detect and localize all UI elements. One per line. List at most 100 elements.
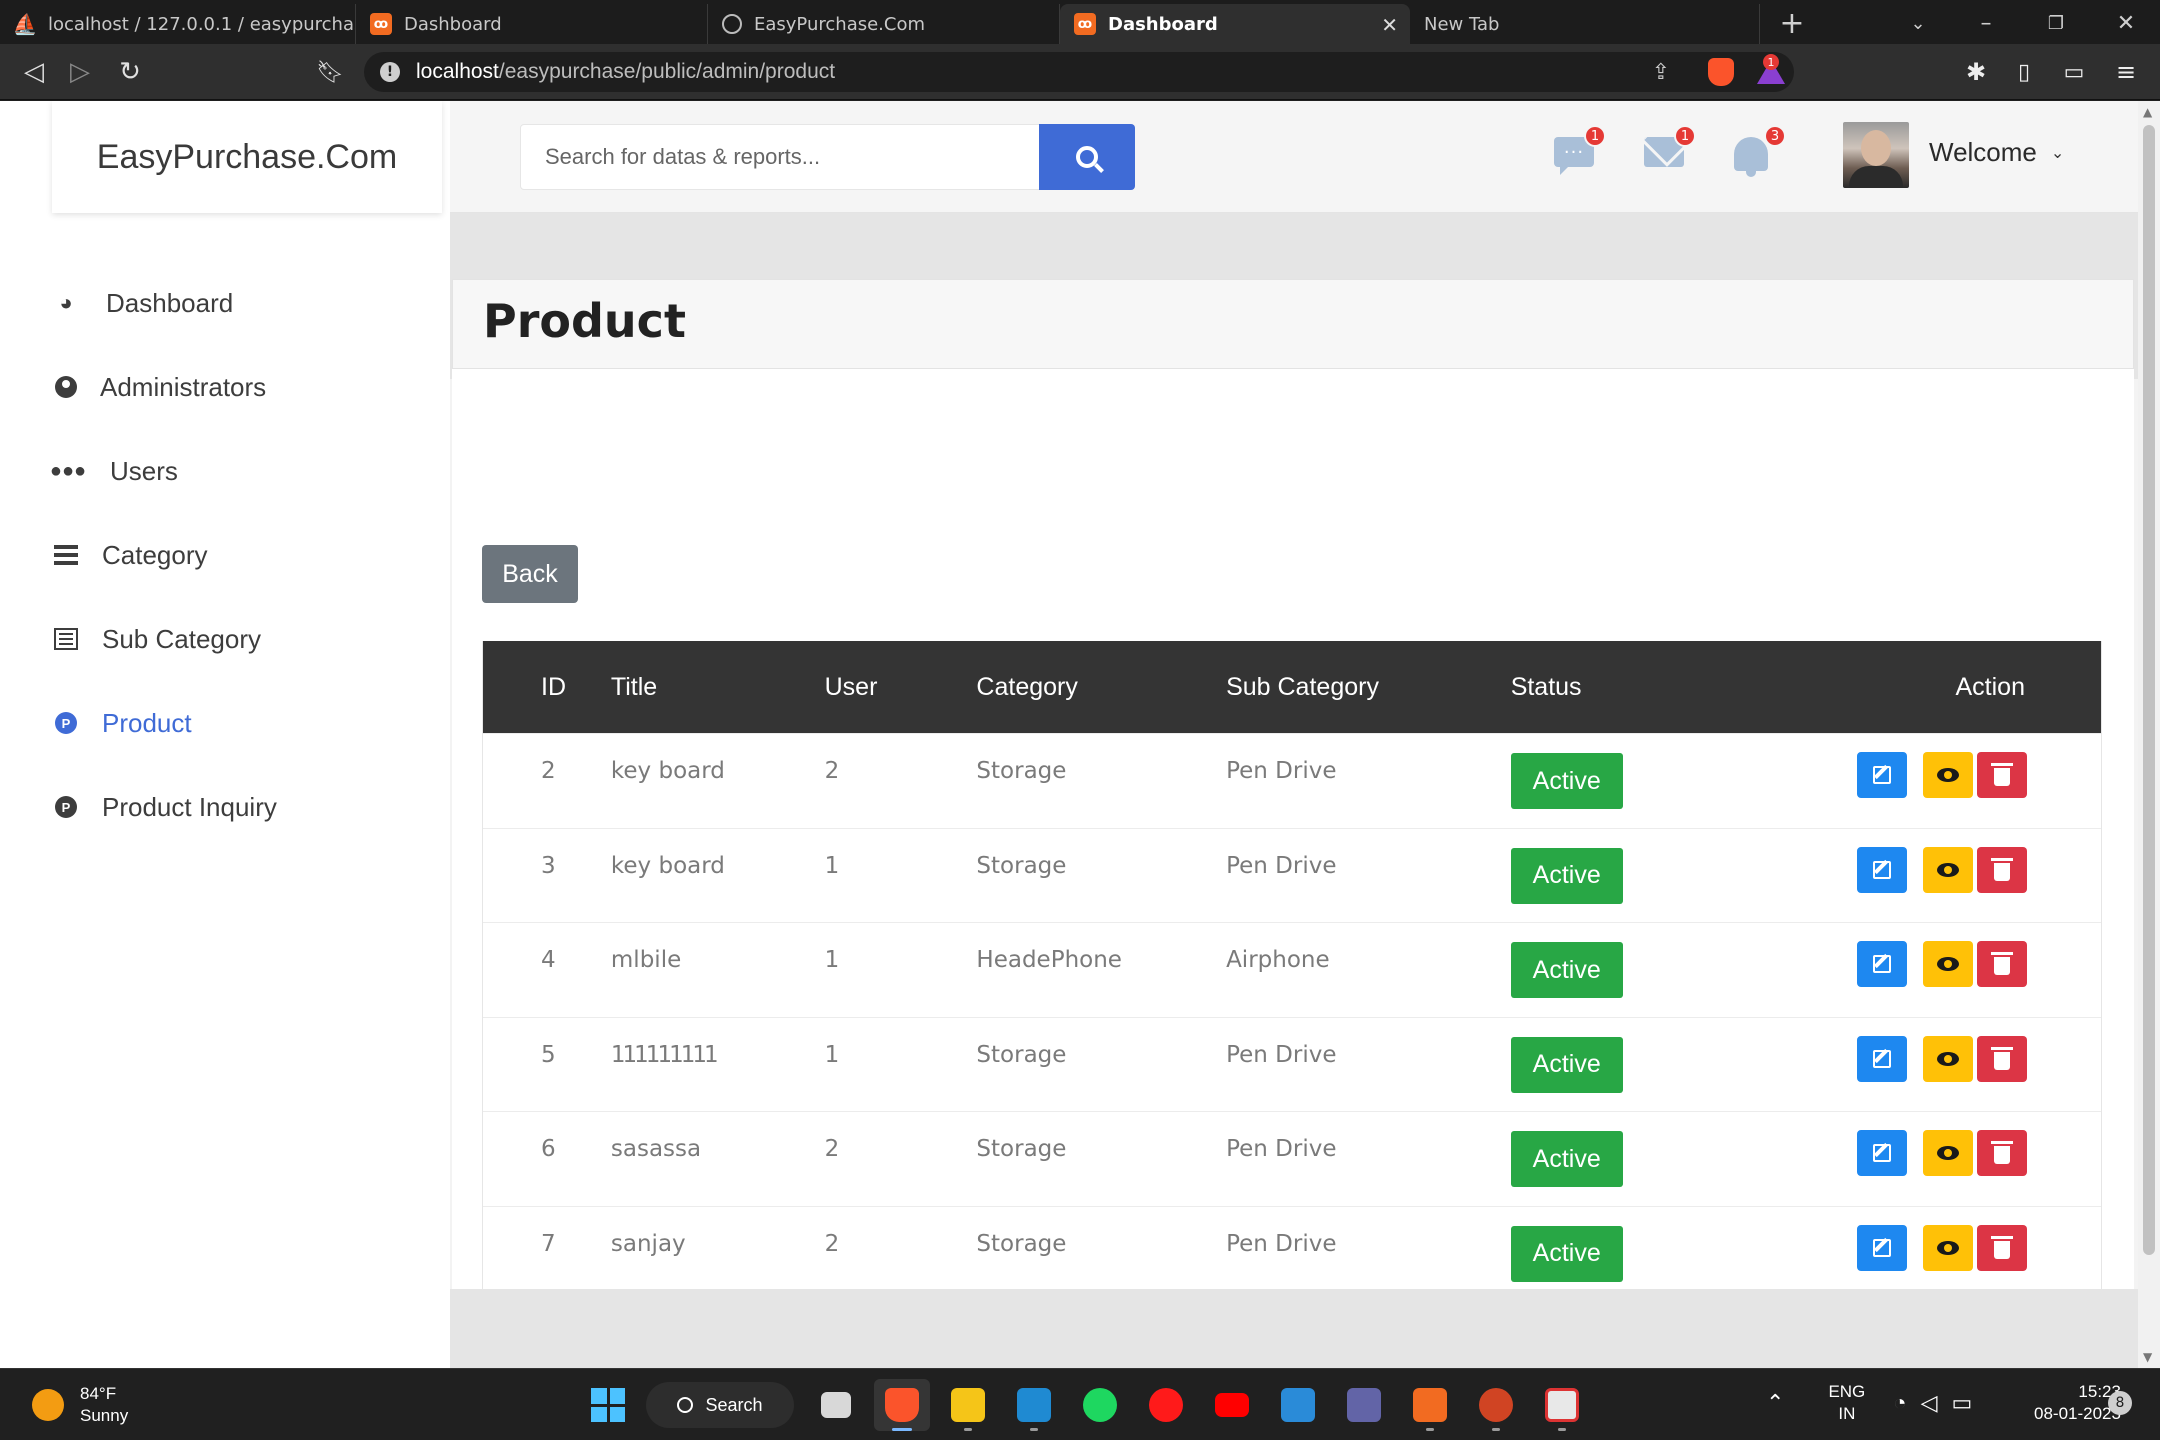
- status-badge[interactable]: Active: [1510, 942, 1623, 998]
- tab-easypurchase[interactable]: EasyPurchase.Com: [708, 4, 1060, 44]
- mail-button[interactable]: 1: [1644, 125, 1696, 175]
- restore-button[interactable]: ❐: [2036, 6, 2076, 40]
- header-id[interactable]: ID: [483, 673, 611, 702]
- bookmark-icon[interactable]: 🔖︎: [312, 54, 348, 90]
- tab-dashboard-1[interactable]: ꝏ Dashboard: [356, 4, 708, 44]
- edit-button[interactable]: [1856, 752, 1907, 798]
- edit-icon: [1872, 1238, 1891, 1257]
- taskbar-teams[interactable]: [1336, 1379, 1392, 1431]
- delete-button[interactable]: [1976, 752, 2027, 798]
- wifi-icon[interactable]: ◔: [1893, 1390, 1906, 1416]
- header-sub-category[interactable]: Sub Category: [1226, 673, 1511, 702]
- header-category[interactable]: Category: [976, 673, 1226, 702]
- brave-rewards-icon[interactable]: 1: [1754, 54, 1788, 90]
- header-status[interactable]: Status: [1511, 673, 1776, 702]
- header-user[interactable]: User: [825, 673, 977, 702]
- view-button[interactable]: [1922, 1035, 1973, 1082]
- menu-icon[interactable]: ≡: [2108, 54, 2144, 90]
- sidebar-item-product-inquiry[interactable]: Product Inquiry: [0, 765, 450, 849]
- edit-button[interactable]: [1856, 1224, 1907, 1271]
- sidebar-item-sub-category[interactable]: Sub Category: [0, 597, 450, 681]
- taskbar-store[interactable]: [1270, 1379, 1326, 1431]
- edit-button[interactable]: [1856, 846, 1907, 893]
- url-bar[interactable]: ! localhost/easypurchase/public/admin/pr…: [364, 52, 1794, 92]
- edit-button[interactable]: [1856, 941, 1907, 987]
- minimize-button[interactable]: –: [1966, 6, 2006, 40]
- sidebar-item-category[interactable]: Category: [0, 513, 450, 597]
- search-input[interactable]: Search for datas & reports...: [520, 124, 1040, 190]
- battery-icon[interactable]: ▭: [1952, 1390, 1973, 1416]
- delete-button[interactable]: [1976, 846, 2027, 893]
- weather-widget[interactable]: 84°F Sunny: [32, 1383, 128, 1427]
- back-icon[interactable]: ◁: [16, 54, 52, 90]
- close-window-button[interactable]: ✕: [2106, 6, 2146, 40]
- scroll-up-icon[interactable]: ▲: [2143, 105, 2152, 119]
- extensions-icon[interactable]: ✱: [1958, 54, 1994, 90]
- cell-title: sasassa: [610, 1136, 702, 1162]
- brave-shields-icon[interactable]: [1704, 54, 1738, 90]
- avatar[interactable]: [1843, 122, 1909, 188]
- taskbar-powerpoint[interactable]: [1468, 1379, 1524, 1431]
- tab-label: localhost / 127.0.0.1 / easypurchase /: [48, 13, 356, 35]
- status-badge[interactable]: Active: [1510, 753, 1623, 809]
- start-button[interactable]: [580, 1379, 636, 1431]
- view-button[interactable]: [1922, 846, 1973, 893]
- sidebar-item-product[interactable]: Product: [0, 681, 450, 765]
- brand-logo[interactable]: EasyPurchase.Com: [52, 101, 442, 213]
- tab-new[interactable]: New Tab: [1410, 4, 1760, 44]
- sidebar-toggle-icon[interactable]: ▯: [2006, 54, 2042, 90]
- language-indicator[interactable]: ENG IN: [1828, 1381, 1865, 1425]
- wallet-icon[interactable]: ▭: [2056, 54, 2092, 90]
- page-footer: [450, 1289, 2138, 1368]
- chevron-up-icon[interactable]: ⌃: [1766, 1390, 1784, 1416]
- tab-dashboard-active[interactable]: ꝏ Dashboard ✕: [1060, 4, 1410, 44]
- sun-icon: [32, 1389, 64, 1421]
- tab-phpmyadmin[interactable]: ⛵ localhost / 127.0.0.1 / easypurchase /: [0, 4, 356, 44]
- status-badge[interactable]: Active: [1510, 1036, 1623, 1093]
- reload-icon[interactable]: ↻: [112, 54, 148, 90]
- delete-button[interactable]: [1976, 1130, 2027, 1176]
- sidebar-item-users[interactable]: ●●● Users: [0, 429, 450, 513]
- taskbar-search[interactable]: Search: [646, 1382, 794, 1428]
- taskbar-snipping-tool[interactable]: [1534, 1379, 1590, 1431]
- scrollbar-thumb[interactable]: [2143, 125, 2155, 1255]
- edit-button[interactable]: [1856, 1130, 1907, 1176]
- taskbar-brave[interactable]: [874, 1379, 930, 1431]
- taskbar-vscode[interactable]: [1006, 1379, 1062, 1431]
- search-button[interactable]: [1039, 124, 1135, 190]
- taskbar-xampp[interactable]: [1402, 1379, 1458, 1431]
- taskbar-file-explorer[interactable]: [940, 1379, 996, 1431]
- share-icon[interactable]: ⇪: [1644, 54, 1678, 90]
- new-tab-button[interactable]: +: [1772, 6, 1812, 41]
- scroll-down-icon[interactable]: ▼: [2143, 1350, 2152, 1364]
- view-button[interactable]: [1922, 752, 1973, 798]
- status-badge[interactable]: Active: [1510, 1225, 1623, 1282]
- taskbar-youtube[interactable]: [1204, 1379, 1260, 1431]
- page-scrollbar[interactable]: ▲ ▼: [2138, 101, 2160, 1368]
- alerts-button[interactable]: 3: [1734, 125, 1786, 177]
- messages-button[interactable]: ··· 1: [1554, 125, 1606, 175]
- view-button[interactable]: [1922, 941, 1973, 987]
- header-title[interactable]: Title: [611, 673, 825, 702]
- tab-search-chevron-icon[interactable]: ⌄: [1898, 6, 1938, 40]
- notification-badge[interactable]: 8: [2108, 1391, 2132, 1415]
- delete-button[interactable]: [1976, 941, 2027, 987]
- view-button[interactable]: [1922, 1224, 1973, 1271]
- view-button[interactable]: [1922, 1130, 1973, 1176]
- sidebar-item-dashboard[interactable]: ◕ Dashboard: [0, 261, 450, 345]
- status-badge[interactable]: Active: [1510, 847, 1623, 904]
- task-view-button[interactable]: [808, 1379, 864, 1431]
- close-tab-icon[interactable]: ✕: [1381, 13, 1398, 37]
- volume-icon[interactable]: ◁: [1921, 1390, 1938, 1416]
- user-dropdown[interactable]: Welcome ⌄: [1929, 137, 2064, 168]
- forward-icon[interactable]: ▷: [62, 54, 98, 90]
- delete-button[interactable]: [1976, 1035, 2027, 1082]
- delete-button[interactable]: [1976, 1224, 2027, 1271]
- taskbar-youtube-music[interactable]: [1138, 1379, 1194, 1431]
- back-button[interactable]: Back: [482, 545, 578, 603]
- sidebar-item-administrators[interactable]: Administrators: [0, 345, 450, 429]
- site-info-icon[interactable]: !: [380, 62, 400, 82]
- edit-button[interactable]: [1856, 1035, 1907, 1082]
- taskbar-spotify[interactable]: [1072, 1379, 1128, 1431]
- status-badge[interactable]: Active: [1510, 1131, 1623, 1187]
